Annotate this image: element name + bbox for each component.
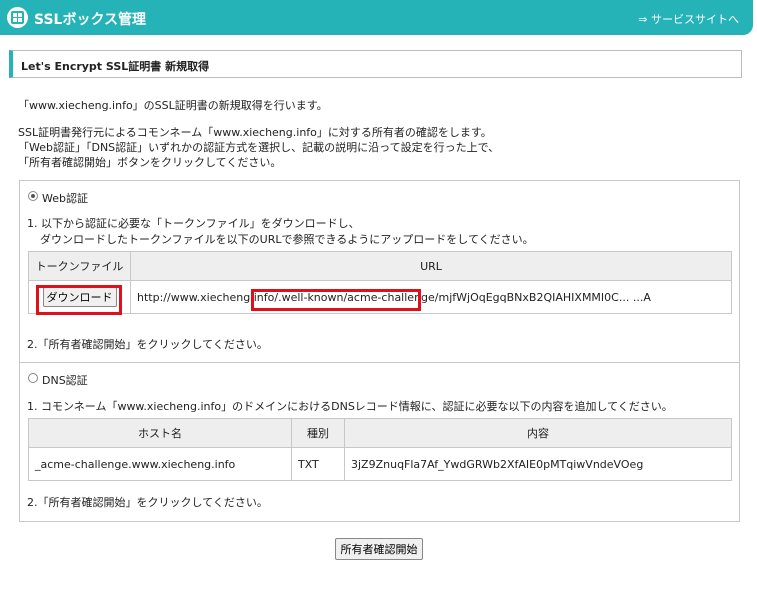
service-site-link[interactable]: ⇒ サービスサイトへ [638,11,739,27]
download-highlight-box [36,285,122,315]
intro-line-4: 「所有者確認開始」ボタンをクリックしてください。 [18,156,282,169]
intro-line-3: 「Web認証」「DNS認証」いずれかの認証方式を選択し、記載の説明に沿って設定を… [18,141,500,154]
server-box-logo-icon [7,7,28,28]
dns-auth-step1: 1. コモンネーム「www.xiecheng.info」のドメインにおけるDNS… [27,400,673,413]
content-header: 内容 [344,418,732,448]
section-title: Let's Encrypt SSL証明書 新規取得 [21,60,210,73]
url-cell: http://www.xiecheng.info/.well-known/acm… [130,280,732,314]
url-path-highlight-box [251,289,421,311]
panel-divider [19,362,740,363]
dns-auth-radio[interactable] [28,373,38,383]
web-auth-step1-line2: ダウンロードしたトークンファイルを以下のURLで参照できるようにアップロードをし… [40,233,534,246]
web-auth-step1-line1: 1. 以下から認証に必要な「トークンファイル」をダウンロードし、 [27,217,360,230]
host-header: ホスト名 [28,418,292,448]
url-header: URL [130,251,732,281]
token-file-header: トークンファイル [28,251,131,281]
web-auth-radio[interactable] [28,191,38,201]
web-auth-step2: 2.「所有者確認開始」をクリックしてください。 [27,338,268,351]
url-token: mjfWjOqEgqBNxB2QIAHIXMMI0C... ...A [438,290,651,304]
intro-line-1: 「www.xiecheng.info」のSSL証明書の新規取得を行います。 [18,99,328,112]
dns-auth-label: DNS認証 [42,374,88,387]
content-cell: 3jZ9ZnuqFla7Af_YwdGRWb2XfAIE0pMTqiwVndeV… [344,447,732,481]
app-title: SSLボックス管理 [34,12,147,28]
dns-record-table: ホスト名 種別 内容 _acme-challenge.www.xiecheng.… [28,418,732,481]
web-auth-label: Web認証 [42,192,88,205]
app-header: SSLボックス管理 ⇒ サービスサイトへ [0,0,753,35]
dns-auth-step2: 2.「所有者確認開始」をクリックしてください。 [27,496,268,509]
intro-line-2: SSL証明書発行元によるコモンネーム「www.xiecheng.info」に対す… [18,126,492,139]
section-title-bar: Let's Encrypt SSL証明書 新規取得 [9,50,742,78]
type-header: 種別 [291,418,345,448]
host-cell: _acme-challenge.www.xiecheng.info [28,447,292,481]
type-cell: TXT [291,447,345,481]
start-ownership-confirmation-button[interactable]: 所有者確認開始 [335,538,423,560]
